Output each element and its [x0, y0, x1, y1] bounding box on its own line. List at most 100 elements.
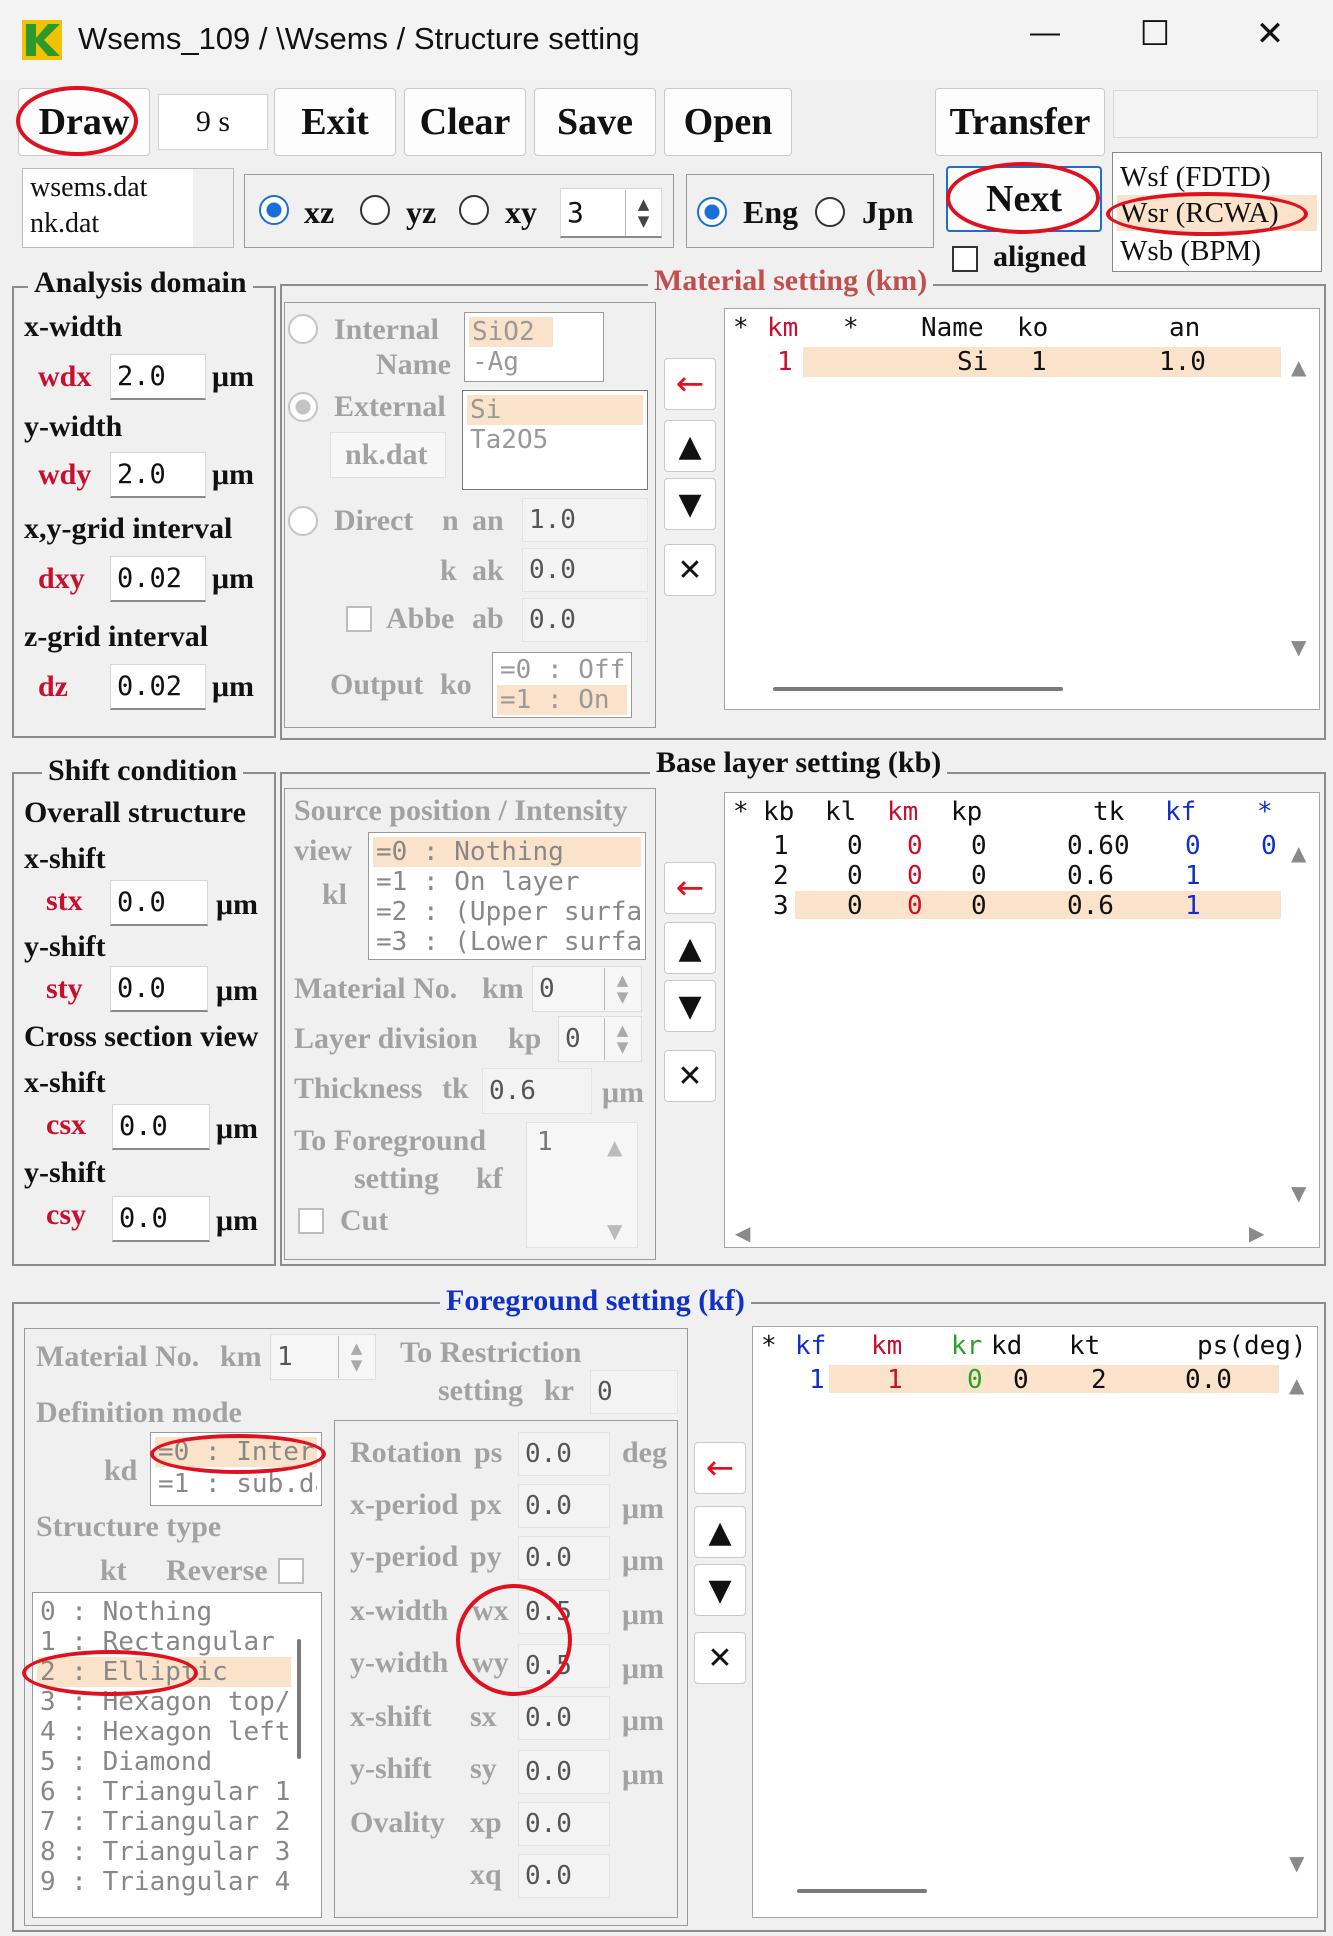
internal-item[interactable]: -Ag: [469, 347, 599, 377]
scroll-down-icon[interactable]: ▼: [1291, 635, 1319, 659]
scroll-up-icon[interactable]: ▲: [1291, 841, 1319, 865]
ps-input[interactable]: 0.0: [518, 1432, 610, 1476]
fg-delete-icon[interactable]: ✕: [694, 1632, 746, 1684]
language-jpn-radio[interactable]: [815, 197, 845, 227]
language-eng-radio[interactable]: [697, 197, 727, 227]
kp-stepper[interactable]: ▲ ▼: [604, 1018, 640, 1060]
material-table[interactable]: * km * Name ko an 1 Si 1 1.0 ▲ ▼: [724, 308, 1320, 710]
module-item-fdtd[interactable]: Wsf (FDTD): [1117, 159, 1317, 195]
kl-item[interactable]: =2 : (Upper surface): [373, 897, 641, 927]
csy-input[interactable]: 0.0: [112, 1196, 210, 1242]
module-item-bpm[interactable]: Wsb (BPM): [1117, 233, 1317, 269]
scroll-left-icon[interactable]: ◀: [735, 1221, 765, 1245]
scroll-down-icon[interactable]: ▼: [1289, 1851, 1317, 1875]
table-row[interactable]: 1 0 0 0 0.60 0 0: [729, 831, 1281, 861]
scroll-up-icon[interactable]: ▲: [1289, 1373, 1317, 1397]
abbe-checkbox[interactable]: [346, 606, 372, 632]
view-xy-radio[interactable]: [459, 195, 489, 225]
output-item[interactable]: =0 : Off: [497, 655, 627, 685]
internal-material-list[interactable]: SiO2 -Ag: [464, 312, 604, 382]
base-up-icon[interactable]: ▲: [664, 922, 716, 974]
base-layer-table[interactable]: * kb kl km kp tk kf * 1 0 0 0 0.60 0 0 2…: [724, 792, 1320, 1248]
output-item[interactable]: =1 : On: [497, 685, 627, 715]
xy-index-stepper[interactable]: ▲ ▼: [625, 190, 661, 236]
material-apply-arrow-icon[interactable]: ←: [664, 358, 716, 410]
base-delete-icon[interactable]: ✕: [664, 1050, 716, 1102]
fg-apply-arrow-icon[interactable]: ←: [694, 1442, 746, 1494]
sty-input[interactable]: 0.0: [110, 966, 208, 1012]
foreground-table[interactable]: * kf km kr kd kt ps(deg) 1 1 0 0 2 0.0 ▲…: [752, 1326, 1318, 1918]
sx-input[interactable]: 0.0: [518, 1696, 610, 1740]
external-radio[interactable]: [288, 392, 318, 422]
scroll-down-icon[interactable]: ▼: [1291, 1181, 1319, 1205]
external-item[interactable]: Ta2O5: [467, 425, 643, 455]
scroll-down-icon[interactable]: ▼: [607, 1219, 637, 1243]
an-input[interactable]: 1.0: [522, 498, 648, 542]
close-icon[interactable]: ✕: [1250, 14, 1290, 54]
material-hscroll-thumb[interactable]: [773, 687, 1063, 691]
table-row[interactable]: 1 Si 1 1.0: [729, 347, 1281, 379]
dxy-input[interactable]: 0.02: [110, 556, 206, 602]
kt-item[interactable]: 6 : Triangular 1st-: [37, 1777, 291, 1807]
base-apply-arrow-icon[interactable]: ←: [664, 862, 716, 914]
px-input[interactable]: 0.0: [518, 1484, 610, 1528]
scroll-right-icon[interactable]: ▶: [1249, 1221, 1279, 1245]
xq-input[interactable]: 0.0: [518, 1854, 610, 1898]
base-down-icon[interactable]: ▼: [664, 980, 716, 1032]
external-item[interactable]: Si: [467, 395, 643, 425]
table-row[interactable]: 2 0 0 0 0.6 1: [729, 861, 1281, 891]
aligned-checkbox[interactable]: [952, 246, 978, 272]
scroll-up-icon[interactable]: ▲: [1291, 355, 1319, 379]
maximize-icon[interactable]: ☐: [1135, 14, 1175, 54]
save-button[interactable]: Save: [534, 88, 656, 156]
file-list[interactable]: wsems.dat nk.dat: [22, 168, 234, 248]
nkdat-button[interactable]: nk.dat: [330, 432, 446, 478]
internal-item[interactable]: SiO2: [469, 317, 553, 347]
table-row[interactable]: 3 0 0 0 0.6 1: [729, 891, 1281, 921]
kt-item[interactable]: 5 : Diamond: [37, 1747, 291, 1777]
table-row[interactable]: 1 1 0 0 2 0.0: [757, 1365, 1281, 1395]
file-list-scroll[interactable]: [193, 169, 233, 247]
external-material-list[interactable]: Si Ta2O5: [462, 390, 648, 490]
kl-item[interactable]: =3 : (Lower surface): [373, 927, 641, 957]
ak-input[interactable]: 0.0: [522, 548, 648, 592]
dz-input[interactable]: 0.02: [110, 664, 206, 710]
kt-scroll-thumb[interactable]: [297, 1639, 301, 1759]
clear-button[interactable]: Clear: [404, 88, 526, 156]
fg-km-stepper[interactable]: ▲ ▼: [338, 1336, 374, 1378]
output-list[interactable]: =0 : Off =1 : On: [492, 652, 632, 718]
material-down-icon[interactable]: ▼: [664, 478, 716, 530]
kl-item[interactable]: =1 : On layer: [373, 867, 641, 897]
kf-list[interactable]: 1 ▲ ▼: [526, 1122, 638, 1248]
base-km-stepper[interactable]: ▲ ▼: [604, 968, 640, 1010]
wdy-input[interactable]: 2.0: [110, 452, 206, 498]
fg-down-icon[interactable]: ▼: [694, 1564, 746, 1616]
reverse-checkbox[interactable]: [278, 1558, 304, 1584]
kt-item[interactable]: 4 : Hexagon left/right: [37, 1717, 291, 1747]
fg-up-icon[interactable]: ▲: [694, 1506, 746, 1558]
kt-item[interactable]: 7 : Triangular 2nd-: [37, 1807, 291, 1837]
tk-input[interactable]: 0.6: [482, 1068, 592, 1114]
fg-hscroll-thumb[interactable]: [797, 1889, 927, 1893]
material-delete-icon[interactable]: ✕: [664, 544, 716, 596]
cut-checkbox[interactable]: [298, 1208, 324, 1234]
wdx-input[interactable]: 2.0: [110, 354, 206, 400]
kr-input[interactable]: 0: [590, 1370, 678, 1414]
open-button[interactable]: Open: [664, 88, 792, 156]
transfer-button[interactable]: Transfer: [935, 88, 1105, 156]
direct-radio[interactable]: [288, 506, 318, 536]
ab-input[interactable]: 0.0: [522, 598, 648, 642]
kt-list[interactable]: 0 : Nothing 1 : Rectangular 2 : Elliptic…: [32, 1592, 322, 1918]
exit-button[interactable]: Exit: [274, 88, 396, 156]
csx-input[interactable]: 0.0: [112, 1104, 210, 1150]
kt-item[interactable]: 0 : Nothing: [37, 1597, 291, 1627]
kf-list-item[interactable]: 1: [537, 1127, 553, 1157]
stx-input[interactable]: 0.0: [110, 880, 208, 926]
scroll-up-icon[interactable]: ▲: [607, 1135, 637, 1159]
sy-input[interactable]: 0.0: [518, 1750, 610, 1794]
kl-list[interactable]: =0 : Nothing =1 : On layer =2 : (Upper s…: [368, 832, 646, 960]
kt-item[interactable]: 9 : Triangular 4th-: [37, 1867, 291, 1897]
minimize-icon[interactable]: —: [1025, 16, 1065, 50]
internal-radio[interactable]: [288, 314, 318, 344]
xp-input[interactable]: 0.0: [518, 1802, 610, 1846]
